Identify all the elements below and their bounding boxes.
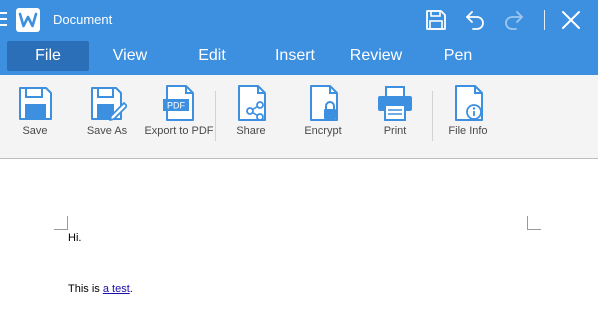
pdf-icon: PDF — [163, 85, 194, 121]
save-as-label: Save As — [86, 125, 128, 137]
paragraph[interactable]: Hi. — [68, 232, 81, 245]
pdf-badge-text: PDF — [167, 101, 186, 111]
redo-icon[interactable] — [501, 7, 527, 33]
undo-icon[interactable] — [462, 7, 488, 33]
title-bar: Document — [0, 0, 598, 40]
menu-tab-bar: File View Edit Insert Review Pen — [0, 40, 598, 75]
close-icon[interactable] — [558, 7, 584, 33]
print-ribbon-button[interactable]: Print — [360, 83, 430, 138]
file-ribbon: Save Save As PDF Export to PDF Share Enc… — [0, 75, 598, 159]
tab-edit[interactable]: Edit — [177, 41, 247, 71]
tab-review[interactable]: Review — [341, 41, 411, 71]
info-icon — [455, 85, 483, 121]
tab-pen[interactable]: Pen — [423, 41, 493, 71]
tab-insert[interactable]: Insert — [260, 41, 330, 71]
hyperlink[interactable]: a test — [103, 283, 130, 295]
save-icon[interactable] — [423, 7, 449, 33]
export-pdf-label: Export to PDF — [144, 125, 214, 137]
export-pdf-ribbon-button[interactable]: PDF Export to PDF — [144, 83, 214, 138]
encrypt-ribbon-button[interactable]: Encrypt — [288, 83, 358, 138]
tab-file[interactable]: File — [7, 41, 89, 71]
menu-icon[interactable] — [0, 12, 7, 28]
lock-icon — [310, 85, 338, 121]
save-as-ribbon-button[interactable]: Save As — [72, 83, 142, 138]
file-info-label: File Info — [448, 125, 488, 137]
document-title: Document — [53, 12, 113, 27]
document-page[interactable]: Hi. This is a test. — [0, 160, 598, 330]
margin-marker — [527, 216, 541, 230]
printer-icon — [378, 86, 412, 121]
save-icon — [19, 87, 52, 120]
print-label: Print — [383, 125, 407, 137]
paragraph-text: . — [129, 283, 133, 295]
tab-view[interactable]: View — [95, 41, 165, 71]
share-icon — [238, 85, 266, 121]
app-logo-icon — [16, 8, 40, 32]
margin-marker — [54, 216, 68, 230]
save-as-icon — [91, 87, 127, 121]
paragraph[interactable]: This is a test. — [68, 283, 133, 296]
save-label: Save — [22, 125, 48, 137]
paragraph-text: This is — [68, 283, 103, 295]
share-label: Share — [236, 125, 266, 137]
share-ribbon-button[interactable]: Share — [216, 83, 286, 138]
encrypt-label: Encrypt — [304, 125, 342, 137]
save-ribbon-button[interactable]: Save — [0, 83, 70, 138]
file-info-ribbon-button[interactable]: File Info — [433, 83, 503, 138]
titlebar-divider — [544, 10, 545, 30]
